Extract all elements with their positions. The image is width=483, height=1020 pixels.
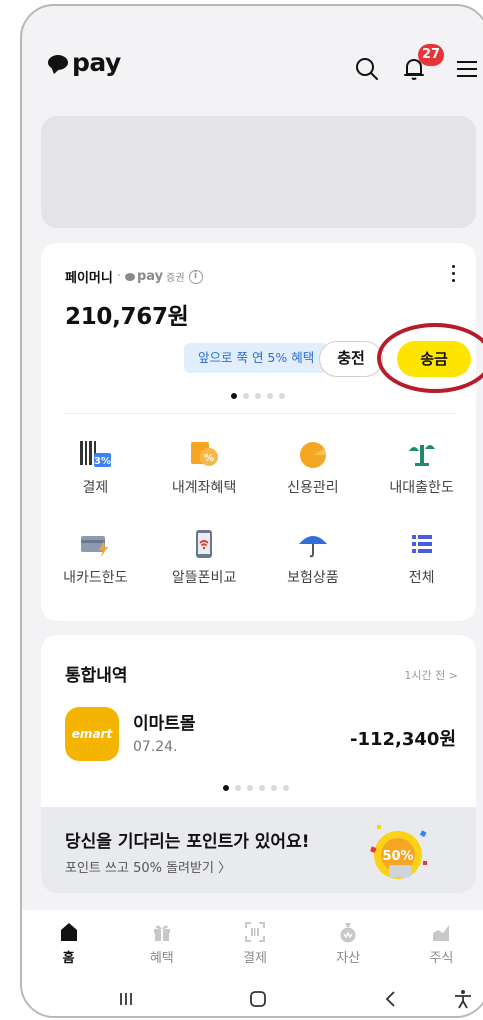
points-promo-banner[interactable]: 당신을 기다리는 포인트가 있어요! 포인트 쓰고 50% 돌려받기 〉 50%	[41, 807, 476, 893]
umbrella-icon	[293, 527, 333, 561]
home-icon	[57, 920, 81, 944]
promo-subtitle[interactable]: 포인트 쓰고 50% 돌려받기 〉	[65, 857, 231, 876]
barcode-3-percent-icon: 3%	[75, 437, 115, 471]
pay-brand: pay	[136, 269, 164, 284]
menu-item-card-limit[interactable]: 내카드한도	[41, 527, 150, 591]
menu-label: 알뜰폰비교	[171, 570, 237, 586]
kakaopay-logo[interactable]: pay	[48, 50, 121, 75]
money-bag-icon	[336, 920, 360, 944]
small-pay-logo-icon	[124, 272, 135, 281]
speech-bubble-icon	[48, 55, 68, 70]
carousel-indicator	[231, 393, 285, 399]
balance-amount[interactable]: 210,767원	[65, 297, 189, 331]
list-icon	[402, 527, 442, 561]
promo-title: 당신을 기다리는 포인트가 있어요!	[65, 832, 310, 852]
home-button-icon[interactable]	[245, 986, 271, 1012]
recent-apps-icon[interactable]	[113, 986, 139, 1012]
transaction-date: 07.24.	[133, 739, 178, 755]
menu-item-loan-limit[interactable]: 내대출한도	[367, 437, 476, 501]
logo-text: pay	[72, 48, 121, 77]
back-icon[interactable]	[378, 986, 404, 1012]
tab-benefits[interactable]: 혜택	[115, 910, 208, 978]
menu-item-all[interactable]: 전체	[367, 527, 476, 591]
accessibility-icon[interactable]	[450, 986, 476, 1012]
menu-label: 내대출한도	[389, 480, 454, 496]
system-nav-bar	[22, 978, 483, 1016]
tab-label: 자산	[336, 951, 361, 966]
account-coin-icon: %	[184, 437, 224, 471]
service-menu-grid: 3% 결제 % 내계좌혜택 신용관리 내대출한도 내카드한도 알뜰폰비교 보험상…	[41, 437, 476, 591]
divider	[65, 413, 456, 414]
pay-money-label: 페이머니	[65, 271, 113, 286]
transaction-history-card: 통합내역 1시간 전 > emart 이마트몰 07.24. -112,340원…	[41, 635, 476, 893]
coin-text: 50%	[382, 849, 413, 864]
card-bolt-icon	[75, 527, 115, 561]
more-vertical-icon[interactable]	[450, 265, 456, 285]
merchant-name[interactable]: 이마트몰	[133, 709, 196, 734]
tab-stocks[interactable]: 주식	[395, 910, 483, 978]
tab-assets[interactable]: 자산	[302, 910, 395, 978]
menu-item-account-benefit[interactable]: % 내계좌혜택	[150, 437, 259, 501]
credit-gauge-icon	[293, 437, 333, 471]
separator-dot: ·	[116, 269, 121, 284]
svg-text:%: %	[204, 453, 214, 464]
info-icon[interactable]: i	[188, 269, 203, 284]
coin-50-percent-icon: 50%	[363, 817, 433, 887]
menu-label: 내계좌혜택	[171, 480, 237, 496]
pay-money-card: 페이머니 · pay 증권 i 210,767원 앞으로 쭉 연 5% 혜택 충…	[41, 243, 483, 621]
app-header: pay 27	[22, 6, 483, 106]
tab-label: 결제	[243, 951, 267, 966]
phone-frame: pay 27 페이머니 · pay 증권 i 210,767원 앞으로 쭉 연 …	[20, 4, 483, 1018]
tab-payment[interactable]: 결제	[208, 910, 301, 978]
transaction-amount: -112,340원	[349, 729, 456, 750]
scale-icon	[402, 437, 442, 471]
menu-label: 전체	[408, 570, 435, 586]
history-carousel-indicator	[223, 785, 289, 791]
menu-item-insurance[interactable]: 보험상품	[259, 527, 368, 591]
benefit-chip[interactable]: 앞으로 쭉 연 5% 혜택	[184, 343, 329, 373]
search-icon[interactable]	[354, 56, 380, 82]
menu-label: 신용관리	[287, 480, 339, 496]
menu-item-payment[interactable]: 3% 결제	[41, 437, 150, 501]
menu-label: 내카드한도	[63, 570, 128, 586]
menu-label: 결제	[82, 480, 109, 496]
emart-logo: emart	[65, 707, 119, 761]
tab-label: 주식	[429, 951, 454, 966]
tab-label: 홈	[62, 951, 75, 966]
tab-home[interactable]: 홈	[22, 910, 115, 978]
bottom-tab-bar: 홈 혜택 결제 자산 주식	[22, 910, 483, 978]
history-time[interactable]: 1시간 전 >	[404, 667, 458, 683]
chart-icon	[429, 920, 453, 944]
notification-badge: 27	[418, 44, 445, 66]
send-button[interactable]: 송금	[397, 341, 471, 377]
svg-text:3%: 3%	[94, 456, 111, 467]
pay-money-header: 페이머니 · pay 증권 i	[65, 267, 203, 286]
ad-banner[interactable]	[41, 116, 476, 228]
hamburger-menu-icon[interactable]	[454, 56, 480, 82]
securities-label: 증권	[166, 273, 185, 284]
history-title[interactable]: 통합내역	[65, 661, 128, 686]
tab-label: 혜택	[149, 951, 174, 966]
charge-button[interactable]: 충전	[319, 341, 383, 377]
menu-item-credit[interactable]: 신용관리	[259, 437, 368, 501]
menu-label: 보험상품	[287, 570, 339, 586]
gift-icon	[150, 920, 174, 944]
scan-icon	[243, 920, 267, 944]
phone-signal-icon	[184, 527, 224, 561]
menu-item-mvno-compare[interactable]: 알뜰폰비교	[150, 527, 259, 591]
